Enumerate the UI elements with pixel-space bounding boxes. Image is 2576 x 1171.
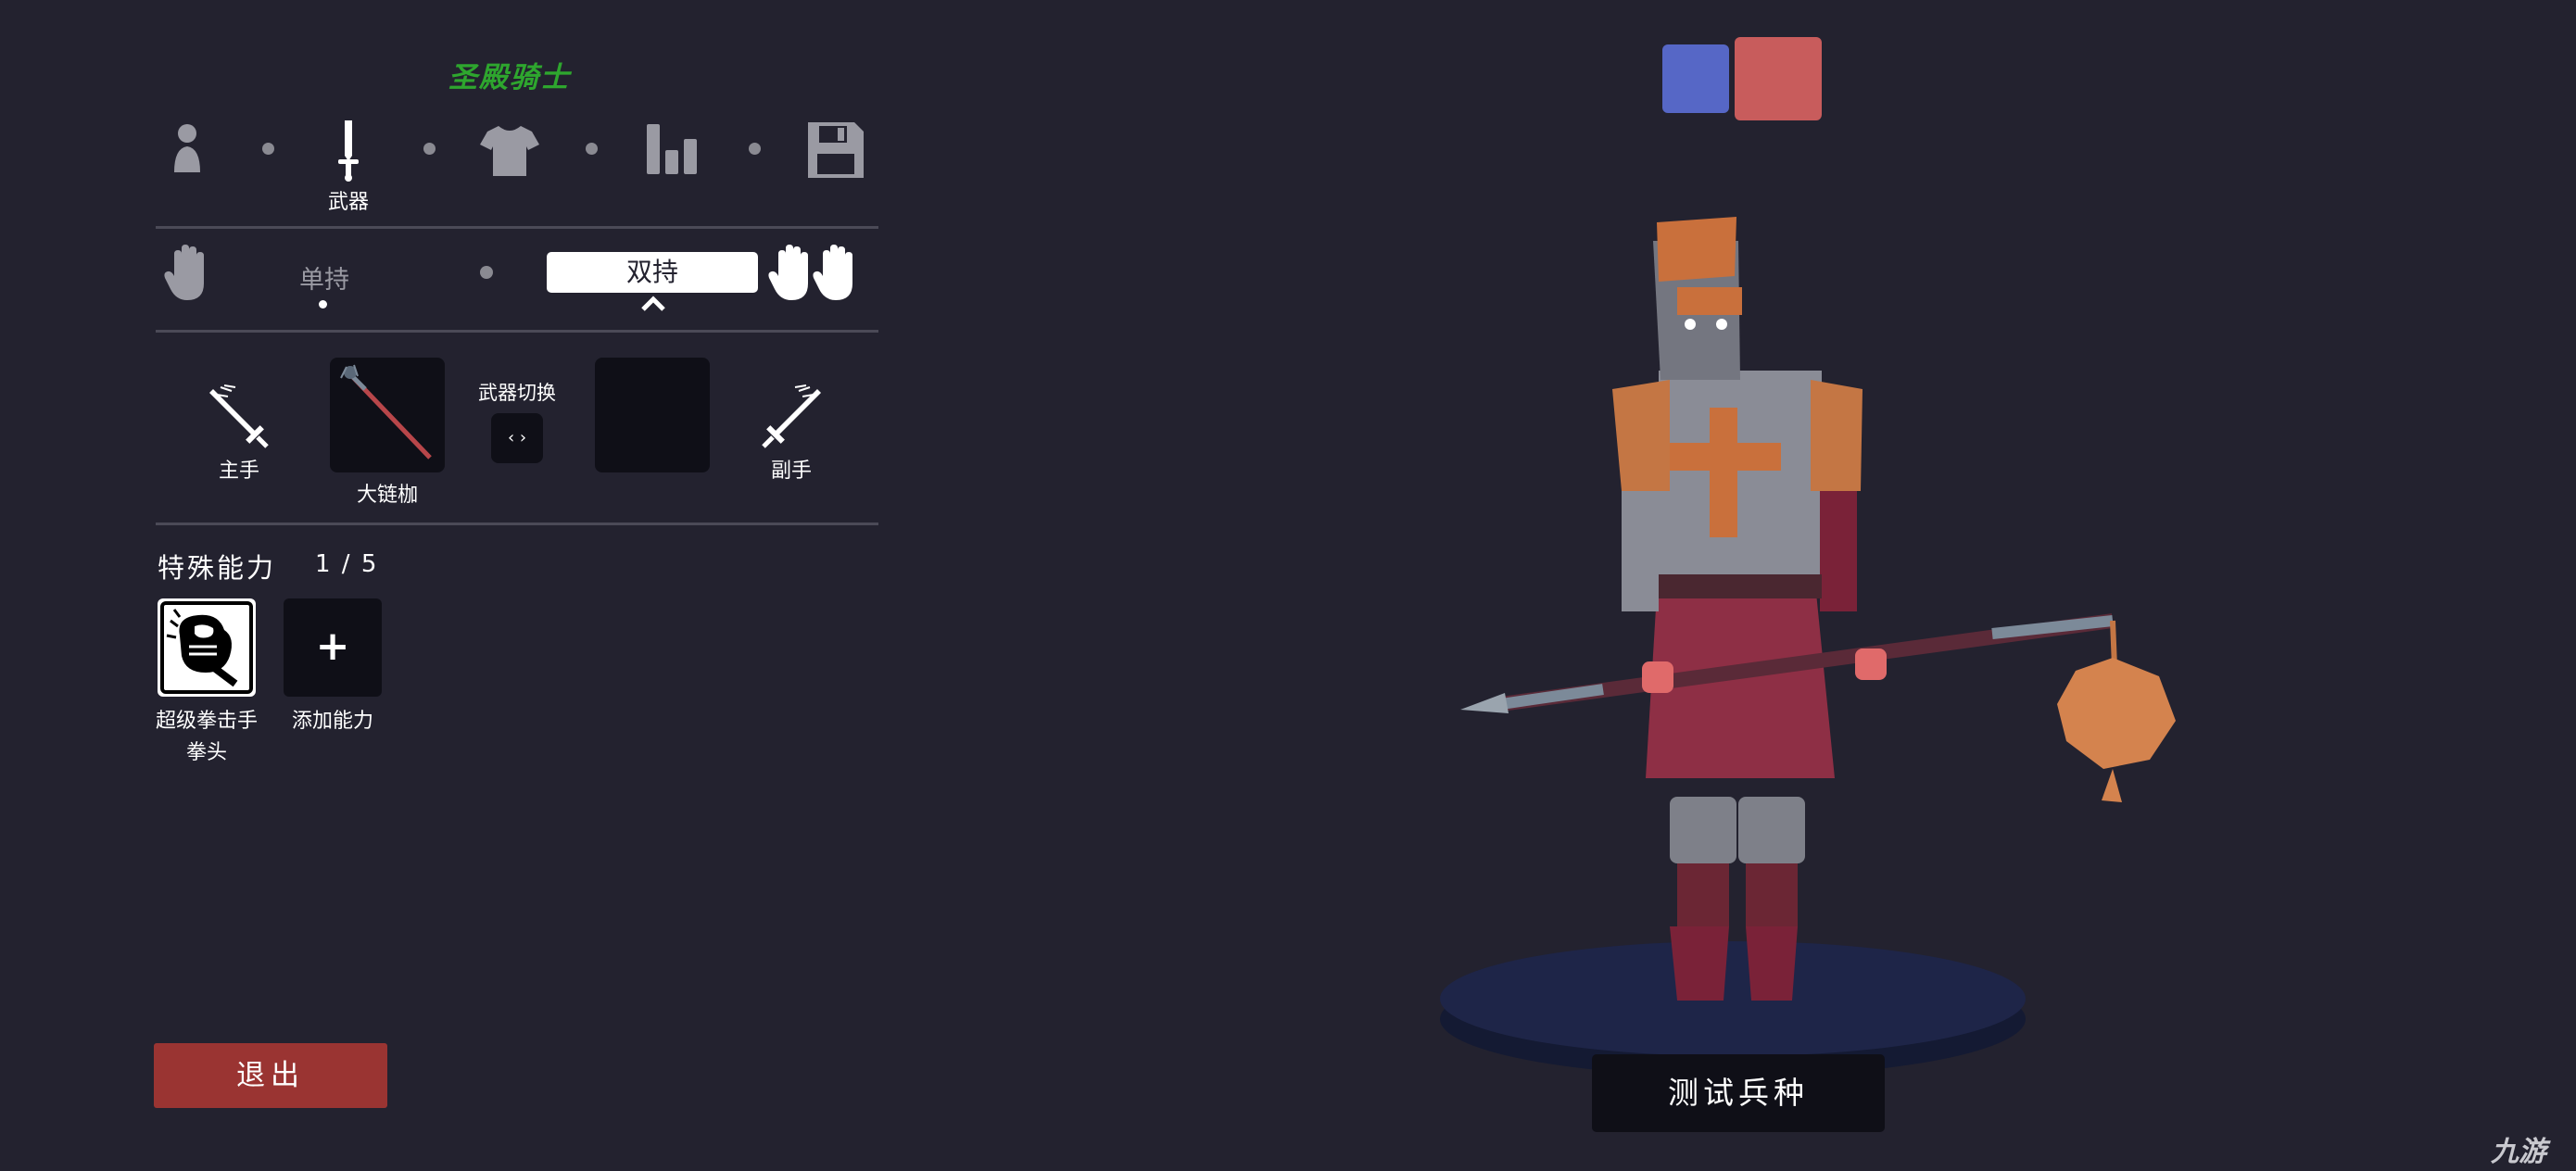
clothing-tab-shirt-icon[interactable] <box>474 115 545 185</box>
off-hand-sword-icon[interactable] <box>756 382 827 452</box>
main-hand-weapon-slot[interactable] <box>330 358 445 472</box>
weapon-tab-label: 武器 <box>327 191 369 214</box>
ability-name-line1: 超级拳击手 <box>155 710 258 733</box>
weapon-swap-button[interactable]: ‹ › <box>491 413 543 463</box>
dual-grip-option[interactable]: 双持 <box>547 252 758 293</box>
tab-separator-dot <box>749 143 761 155</box>
divider <box>156 226 878 229</box>
weapon-tab-sword-icon[interactable] <box>313 115 384 185</box>
watermark-logo: 九游 <box>2491 1136 2546 1168</box>
selected-caret-icon <box>639 295 667 313</box>
main-hand-label: 主手 <box>218 460 259 483</box>
test-unit-button[interactable]: 测试兵种 <box>1592 1054 1885 1132</box>
tab-separator-dot <box>423 143 436 155</box>
off-hand-label: 副手 <box>770 460 812 483</box>
divider <box>156 330 878 333</box>
team-color-blue-swatch[interactable] <box>1662 44 1729 113</box>
stats-tab-bar-chart-icon[interactable] <box>638 115 708 185</box>
ability-name: 超级拳击手 拳头 <box>139 706 274 769</box>
main-hand-sword-icon[interactable] <box>204 382 274 452</box>
add-ability-button[interactable]: + <box>284 598 382 697</box>
unit-tab-person-icon[interactable] <box>152 115 222 185</box>
single-grip-indicator <box>319 300 327 308</box>
ability-boxing-fist-icon[interactable] <box>158 598 256 697</box>
dual-hands-icon <box>767 243 865 304</box>
ability-name-line2: 拳头 <box>185 741 227 764</box>
tab-separator-dot <box>586 143 598 155</box>
unit-name[interactable]: 圣殿骑士 <box>352 54 667 95</box>
abilities-title: 特殊能力 <box>158 552 277 584</box>
unit-preview-character[interactable] <box>1427 185 2205 1093</box>
save-tab-save-disk-icon[interactable] <box>801 115 871 185</box>
single-grip-option[interactable]: 单持 <box>278 259 371 296</box>
abilities-count: 1 / 5 <box>315 550 379 578</box>
off-hand-weapon-slot[interactable] <box>595 358 710 472</box>
add-ability-label: 添加能力 <box>291 710 373 733</box>
tab-separator-dot <box>262 143 274 155</box>
weapon-name: 大链枷 <box>356 484 418 507</box>
single-hand-icon <box>163 243 215 304</box>
grip-separator-dot <box>480 266 493 279</box>
divider <box>156 523 878 525</box>
weapon-swap-label: 武器切换 <box>478 382 556 404</box>
team-color-red-swatch[interactable] <box>1735 37 1822 120</box>
exit-button[interactable]: 退出 <box>154 1043 387 1108</box>
